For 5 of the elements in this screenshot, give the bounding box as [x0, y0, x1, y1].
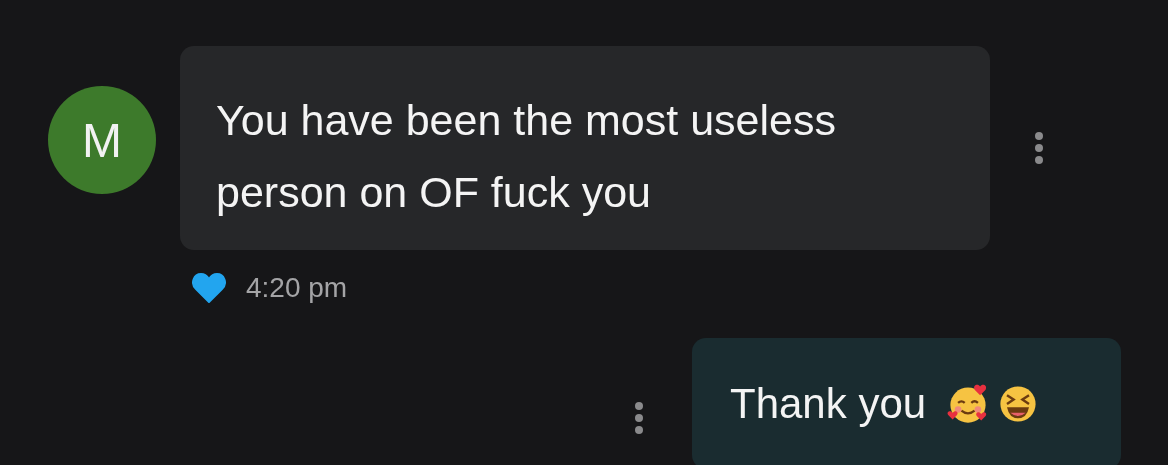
heart-icon[interactable] — [192, 273, 226, 303]
message-text: Thank you — [730, 378, 927, 429]
avatar: M — [48, 86, 156, 194]
timestamp: 4:20 pm — [246, 272, 348, 304]
message-text: You have been the most useless person on OF fuck you — [216, 95, 837, 218]
